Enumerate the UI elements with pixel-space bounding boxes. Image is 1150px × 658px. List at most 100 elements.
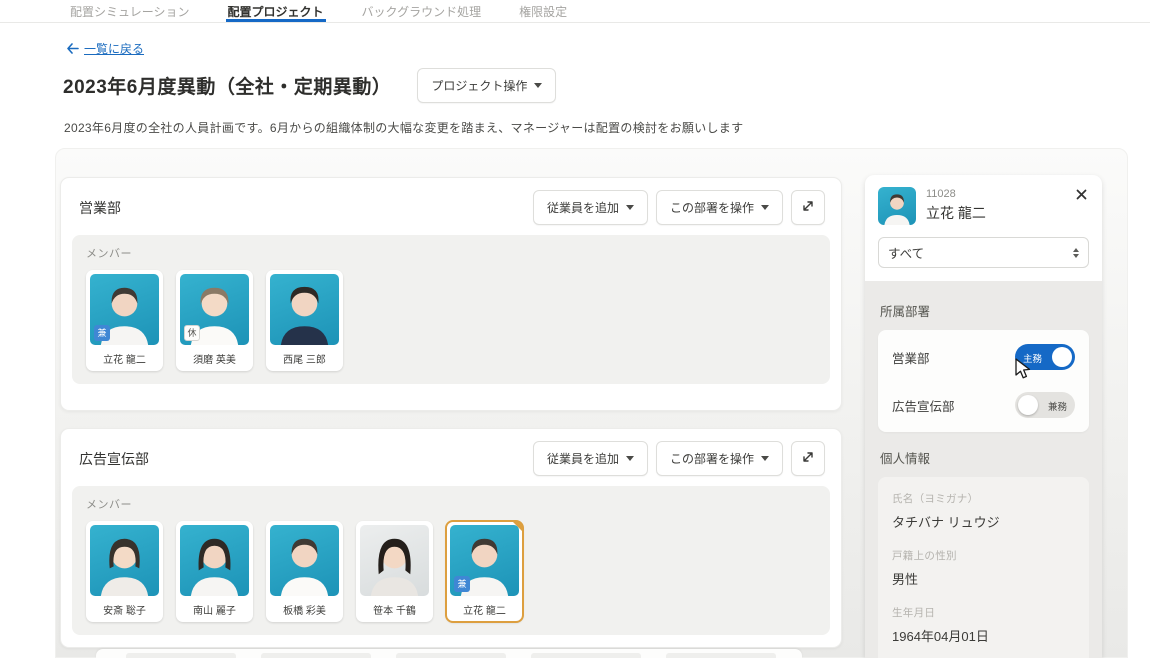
member-photo xyxy=(90,525,159,596)
concurrent-badge: 兼 xyxy=(94,325,110,341)
tab-permission-settings[interactable]: 権限設定 xyxy=(517,0,569,22)
project-actions-button[interactable]: プロジェクト操作 xyxy=(417,68,557,103)
add-employee-label: 従業員を追加 xyxy=(546,201,619,215)
member-name: 西尾 三郎 xyxy=(283,354,326,366)
operate-department-label: この部署を操作 xyxy=(669,201,754,215)
diagonal-collapse-icon xyxy=(801,199,815,216)
project-actions-label: プロジェクト操作 xyxy=(431,79,528,93)
primary-duty-toggle[interactable]: 主務 xyxy=(1015,344,1075,370)
assignment-row: 広告宣伝部 兼務 xyxy=(892,381,1075,429)
info-label: 氏名（ヨミガナ） xyxy=(892,493,979,505)
member-photo xyxy=(360,525,429,596)
concurrent-duty-toggle[interactable]: 兼務 xyxy=(1015,392,1075,418)
card-ghost xyxy=(666,653,776,658)
operate-department-button[interactable]: この部署を操作 xyxy=(655,441,783,476)
add-employee-button[interactable]: 従業員を追加 xyxy=(532,190,648,225)
add-employee-label: 従業員を追加 xyxy=(546,452,619,466)
personal-info-card: 氏名（ヨミガナ） タチバナ リュウジ 戸籍上の性別 男性 生年月日 1964年0… xyxy=(878,477,1089,658)
member-photo: 兼 xyxy=(450,525,519,596)
member-photo: 兼 xyxy=(90,274,159,345)
info-group: 戸籍上の性別 男性 xyxy=(892,548,1075,588)
operate-department-button[interactable]: この部署を操作 xyxy=(655,190,783,225)
member-name: 板橋 彩美 xyxy=(283,605,326,617)
next-department-card-partial xyxy=(96,649,802,658)
member-name: 須磨 英美 xyxy=(193,354,236,366)
member-card[interactable]: 安斎 聡子 xyxy=(86,521,163,622)
member-card[interactable]: 笹本 千鶴 xyxy=(356,521,433,622)
toggle-label: 兼務 xyxy=(1047,402,1067,413)
info-value: 男性 xyxy=(892,572,919,587)
collapse-department-button[interactable] xyxy=(791,441,825,476)
add-employee-button[interactable]: 従業員を追加 xyxy=(532,441,648,476)
filter-select-value: すべて xyxy=(888,247,925,261)
page-title: 2023年6月度異動（全社・定期異動） xyxy=(63,77,392,98)
member-name: 安斎 聡子 xyxy=(103,605,146,617)
members-label: メンバー xyxy=(86,499,132,511)
department-card-advertising: 広告宣伝部 従業員を追加 この部署を操作 メンバー 安斎 聡子 南山 麗子 板橋… xyxy=(60,428,842,648)
chevron-down-icon xyxy=(534,83,543,88)
card-ghost xyxy=(126,653,236,658)
info-value: 1964年04月01日 xyxy=(892,629,989,644)
toggle-knob xyxy=(1018,395,1038,415)
employee-name: 立花 龍二 xyxy=(926,205,986,221)
employee-id: 11028 xyxy=(926,188,956,200)
toggle-label: 主務 xyxy=(1023,354,1043,365)
back-arrow-icon xyxy=(66,43,79,54)
assignment-row: 営業部 主務 xyxy=(892,333,1075,381)
card-ghost xyxy=(396,653,506,658)
member-name: 立花 龍二 xyxy=(463,605,506,617)
personal-section-label: 個人情報 xyxy=(880,452,931,466)
department-name: 営業部 xyxy=(79,199,121,216)
member-card[interactable]: 南山 麗子 xyxy=(176,521,253,622)
member-photo: 休 xyxy=(180,274,249,345)
member-card[interactable]: 兼 立花 龍二 xyxy=(86,270,163,371)
member-card-selected[interactable]: 兼 立花 龍二 xyxy=(445,520,524,623)
chevron-down-icon xyxy=(625,205,634,210)
chevron-down-icon xyxy=(625,456,634,461)
project-description: 2023年6月度の全社の人員計画です。6月からの組織体制の大幅な変更を踏まえ、マ… xyxy=(64,121,744,135)
card-ghost xyxy=(531,653,641,658)
member-photo xyxy=(270,274,339,345)
sort-updown-icon xyxy=(1073,247,1079,258)
assignment-department: 広告宣伝部 xyxy=(892,399,955,414)
collapse-department-button[interactable] xyxy=(791,190,825,225)
toggle-knob xyxy=(1052,347,1072,367)
member-photo xyxy=(180,525,249,596)
member-panel: メンバー 兼 立花 龍二 休 須磨 英美 西尾 三郎 xyxy=(72,235,830,384)
departments-section-label: 所属部署 xyxy=(880,305,931,319)
info-value: タチバナ リュウジ xyxy=(892,515,1000,530)
member-name: 笹本 千鶴 xyxy=(373,605,416,617)
leave-badge: 休 xyxy=(184,325,200,341)
employee-avatar xyxy=(878,187,916,225)
member-card[interactable]: 西尾 三郎 xyxy=(266,270,343,371)
tab-placement-simulation[interactable]: 配置シミュレーション xyxy=(68,0,192,22)
employee-detail-panel: 11028 立花 龍二 すべて 所属部署 営業部 主務 広告宣伝部 兼務 個人情… xyxy=(865,175,1102,658)
info-group: 生年月日 1964年04月01日 xyxy=(892,605,1075,645)
back-link-label: 一覧に戻る xyxy=(84,42,145,56)
back-to-list-link[interactable]: 一覧に戻る xyxy=(66,40,144,57)
detail-filter-select[interactable]: すべて xyxy=(878,237,1089,268)
chevron-down-icon xyxy=(761,456,769,461)
department-card-sales: 営業部 従業員を追加 この部署を操作 メンバー 兼 立花 龍二 休 須磨 英美 … xyxy=(60,177,842,411)
members-label: メンバー xyxy=(86,248,132,260)
tab-placement-project[interactable]: 配置プロジェクト xyxy=(225,0,326,22)
member-panel: メンバー 安斎 聡子 南山 麗子 板橋 彩美 笹本 千鶴 兼 立花 龍二 xyxy=(72,486,830,635)
member-photo xyxy=(270,525,339,596)
operate-department-label: この部署を操作 xyxy=(669,452,754,466)
assignments-card: 営業部 主務 広告宣伝部 兼務 xyxy=(878,330,1089,432)
department-name: 広告宣伝部 xyxy=(79,450,149,467)
assignment-department: 営業部 xyxy=(892,351,930,366)
concurrent-badge: 兼 xyxy=(454,576,470,592)
member-card[interactable]: 板橋 彩美 xyxy=(266,521,343,622)
diagonal-collapse-icon xyxy=(801,450,815,467)
close-icon[interactable] xyxy=(1074,187,1089,202)
top-tab-bar: 配置シミュレーション 配置プロジェクト バックグラウンド処理 権限設定 xyxy=(0,0,1150,23)
chevron-down-icon xyxy=(761,205,769,210)
info-group: 氏名（ヨミガナ） タチバナ リュウジ xyxy=(892,491,1075,531)
tab-background-processing[interactable]: バックグラウンド処理 xyxy=(360,0,484,22)
info-label: 戸籍上の性別 xyxy=(892,550,957,562)
member-card[interactable]: 休 須磨 英美 xyxy=(176,270,253,371)
member-name: 立花 龍二 xyxy=(103,354,146,366)
info-label: 生年月日 xyxy=(892,607,936,619)
card-ghost xyxy=(261,653,371,658)
